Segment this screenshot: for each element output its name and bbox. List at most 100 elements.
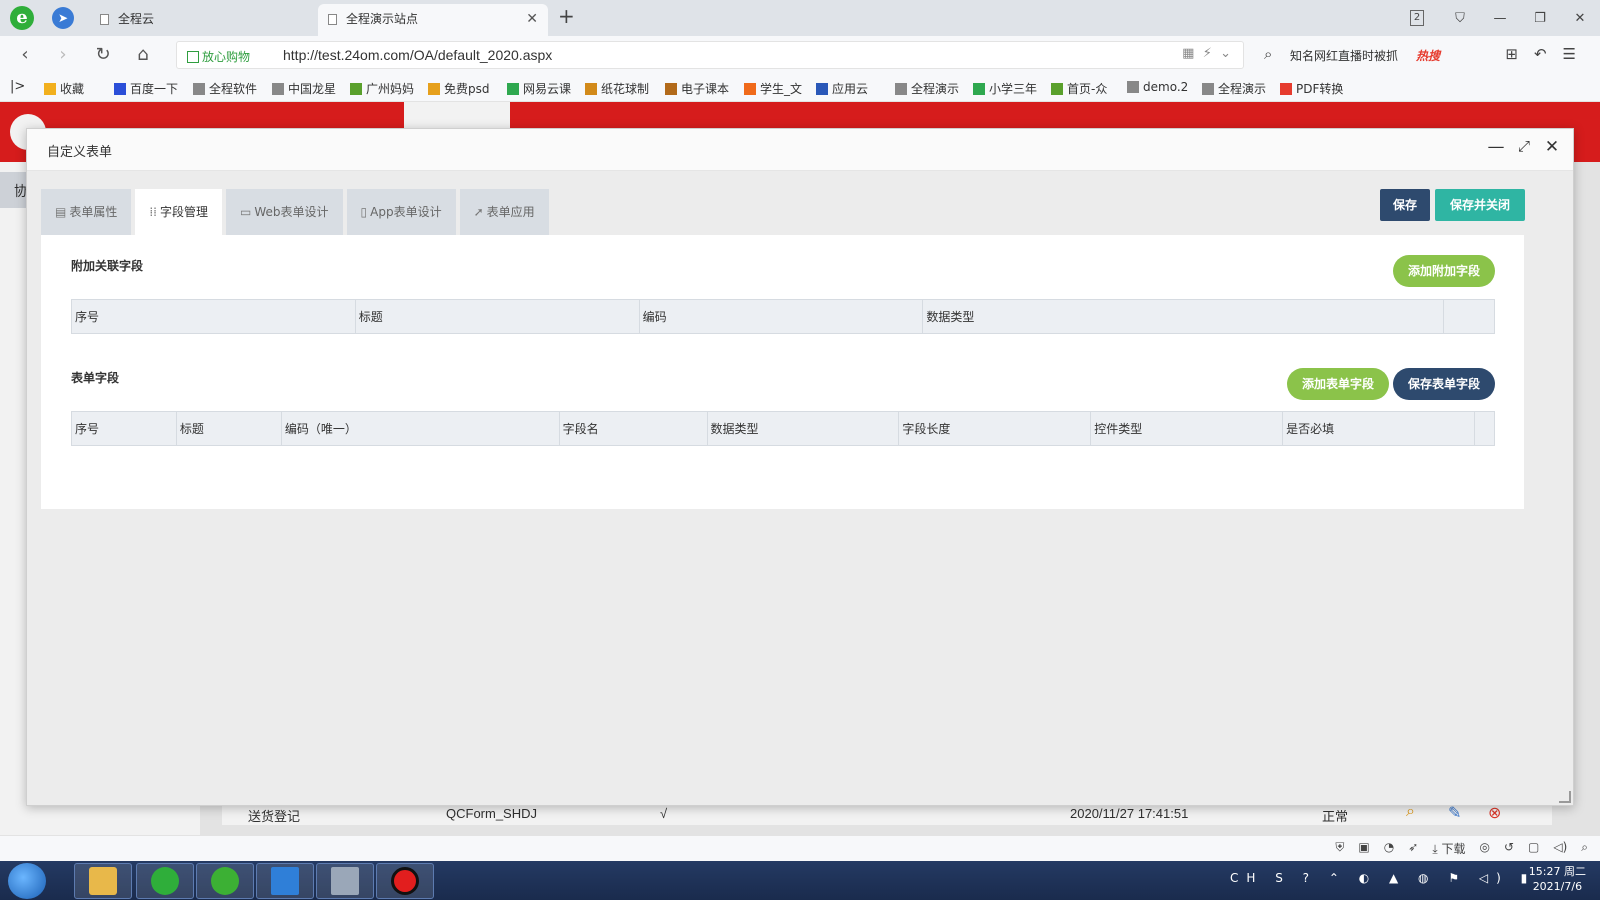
address-actions[interactable]: ▦ ⚡ ⌄ [1182,46,1231,61]
bookmark-item[interactable]: 应用云 [816,80,868,97]
bookmark-item[interactable]: 学生_文 [744,80,802,97]
zoom-icon[interactable]: ⌕ [1581,840,1588,857]
download-button[interactable]: ⤓ 下载 [1432,840,1465,857]
page-icon [193,83,205,95]
bookmark-item[interactable]: 收藏 [44,80,84,97]
shield-status-icon[interactable]: ⛨ [1335,840,1344,857]
browser-tab-2-active[interactable]: 全程演示站点 ✕ [318,4,548,36]
bookmark-item[interactable]: 首页-众 [1051,80,1107,97]
media-icon [331,867,359,895]
bookmark-label: PDF转换 [1296,82,1344,96]
home-icon[interactable]: ⌂ [132,44,154,65]
column-header: 控件类型 [1090,411,1284,446]
new-tab-icon[interactable]: + [558,4,575,28]
system-clock[interactable]: 15:27 周二 2021/7/6 [1529,864,1586,894]
bookmark-label: 首页-众 [1067,82,1108,96]
shirt-icon[interactable]: ⛉ [1440,11,1480,26]
custom-form-dialog: 自定义表单 — ⤢ ✕ ▤ 表单属性 ⁞⁞ 字段管理 ▭ Web表单设计 ▯ App表单… [26,128,1574,806]
rocket-icon[interactable]: ➶ [1408,840,1418,857]
taskbar-browser[interactable] [136,863,194,899]
speed-icon[interactable]: ◔ [1384,840,1394,857]
download-label: 下载 [1441,842,1466,856]
tab-form-application[interactable]: ➚ 表单应用 [459,189,549,235]
tab-field-management[interactable]: ⁞⁞ 字段管理 [135,189,223,235]
taskbar-wechat[interactable] [196,863,254,899]
bookmark-label: 广州妈妈 [366,82,415,96]
toolbar-icons[interactable]: ⊞↶☰ [1505,45,1592,63]
restore-icon[interactable]: ❐ [1520,11,1560,26]
column-header [1443,299,1495,334]
tab-form-properties[interactable]: ▤ 表单属性 [41,189,132,235]
book-icon [973,83,985,95]
column-header: 是否必填 [1282,411,1475,446]
browser-tab-1[interactable]: 全程云 [90,4,315,36]
add-form-field-button[interactable]: 添加表单字段 [1287,368,1389,400]
add-linked-field-button[interactable]: 添加附加字段 [1393,255,1495,287]
bookmark-item[interactable]: 免费psd [428,80,490,97]
input-language[interactable]: CH [1230,871,1263,885]
column-header: 编码 [638,299,924,334]
pdf-icon [1280,83,1292,95]
save-button[interactable]: 保存 [1380,189,1430,221]
window-close-icon[interactable]: ✕ [1560,11,1600,26]
bookmark-item[interactable]: 全程软件 [193,80,257,97]
forward-icon[interactable]: › [52,44,74,65]
start-button[interactable] [8,863,46,899]
taskbar-recorder[interactable] [376,863,434,899]
column-header: 字段长度 [898,411,1092,446]
taskbar-explorer[interactable] [74,863,132,899]
bookmark-label: 网易云课 [523,82,572,96]
bookmark-label: 学生_文 [760,82,803,96]
bookmark-item[interactable]: 小学三年 [973,80,1037,97]
close-tab-icon[interactable]: ✕ [526,4,538,34]
bookmark-item[interactable]: PDF转换 [1280,80,1343,97]
search-box[interactable]: ⌕ 知名网红直播时被抓 热搜 [1262,41,1470,69]
bookmarks-bar: |> 收藏 百度一下 全程软件 中国龙星 广州妈妈 免费psd 网易云课 纸花球制 电子课本 学生… [0,74,1600,102]
field-management-panel: 附加关联字段 添加附加字段 序号 标题 编码 数据类型 表单字段 添加表单字段 保存表… [41,235,1524,509]
taskbar-app[interactable] [256,863,314,899]
hot-search-badge[interactable]: 热搜 [1416,47,1440,64]
image-icon[interactable]: ▣ [1358,840,1369,857]
phone-icon: ▯ [360,205,368,219]
bookmark-item[interactable]: 电子课本 [665,80,729,97]
refresh-icon[interactable]: ↺ [1504,840,1514,857]
bookmark-item[interactable]: 纸花球制 [585,80,649,97]
bookmark-item[interactable]: 中国龙星 [272,80,336,97]
url-text[interactable]: http://test.24om.com/OA/default_2020.asp… [283,47,552,63]
resize-handle[interactable] [1559,791,1571,803]
minimize-icon[interactable]: — [1480,11,1520,26]
maximize-icon[interactable]: ⤢ [1513,137,1535,155]
secure-badge[interactable]: 放心购物 [187,48,250,65]
tab-web-form-design[interactable]: ▭ Web表单设计 [226,189,343,235]
glasses-icon[interactable]: ◎ [1479,840,1489,857]
close-icon[interactable]: ✕ [1541,137,1563,157]
column-header: 序号 [71,411,177,446]
browser-logo-icon[interactable]: e [10,6,34,30]
tab-count-badge[interactable]: 2 [1410,10,1424,26]
reload-icon[interactable]: ↻ [92,44,114,65]
book-icon [507,83,519,95]
navigation-arrow-icon[interactable]: ➤ [52,7,74,29]
minimize-icon[interactable]: — [1485,137,1507,157]
volume-icon[interactable]: ◁) [1553,840,1567,857]
taskbar-media[interactable] [316,863,374,899]
window-icon[interactable]: ▢ [1528,840,1539,857]
back-icon[interactable]: ‹ [14,44,36,65]
bookmark-item[interactable]: 全程演示 [895,80,959,97]
system-tray-icons[interactable]: CH S ? ⌃ ◐ ▲ ◍ ⚑ ◁) ▮ [1230,871,1535,885]
clock-date: 2021/7/6 [1532,880,1583,893]
address-field[interactable]: 放心购物 http://test.24om.com/OA/default_202… [176,41,1244,69]
leaf-icon [350,83,362,95]
bookmark-item[interactable]: demo.2 [1127,80,1188,94]
table-header-row: 序号 标题 编码（唯一） 字段名 数据类型 字段长度 控件类型 是否必填 [71,411,1496,446]
bookmark-item[interactable]: 网易云课 [507,80,571,97]
bookmarks-toggle-icon[interactable]: |> [10,79,25,94]
save-and-close-button[interactable]: 保存并关闭 [1435,189,1525,221]
bookmark-item[interactable]: 百度一下 [114,80,178,97]
dialog-title: 自定义表单 [47,145,113,160]
save-form-fields-button[interactable]: 保存表单字段 [1393,368,1495,400]
tab-app-form-design[interactable]: ▯ App表单设计 [346,189,456,235]
secure-label: 放心购物 [202,50,251,64]
bookmark-item[interactable]: 全程演示 [1202,80,1266,97]
bookmark-item[interactable]: 广州妈妈 [350,80,414,97]
